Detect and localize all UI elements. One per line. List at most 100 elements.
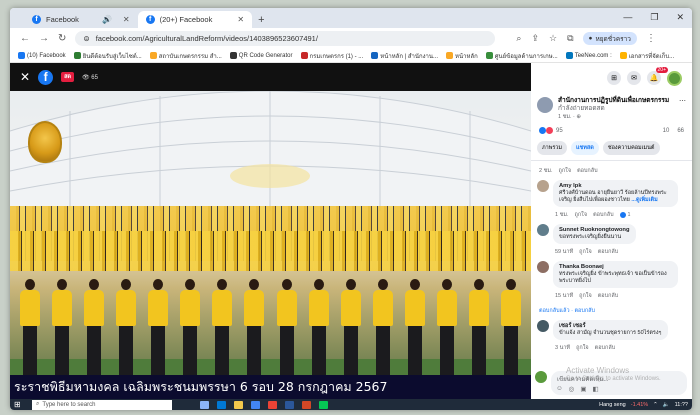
bookmark-item[interactable]: กรมเกษตรกร (1) - ...	[300, 51, 363, 61]
commenter-name[interactable]: เซอร์ เซอร์	[559, 323, 662, 330]
like-count: 1	[619, 211, 630, 219]
comment-input[interactable]: เขียนความคิดเห็น... ☺ ◎ ▣ ◧	[551, 371, 687, 395]
gif-icon[interactable]: ▣	[580, 385, 586, 393]
url-text: facebook.com/AgriculturalLandReform/vide…	[95, 34, 318, 43]
comment-bubble: Sunnet Ruoknongtowong ขอทรงพระเจริญยิ่งย…	[553, 224, 636, 244]
avatar[interactable]	[537, 261, 549, 273]
close-tab-icon[interactable]: ✕	[123, 15, 130, 24]
video-frame	[10, 91, 531, 399]
tab-overview[interactable]: ภาพรวม	[537, 141, 568, 155]
bookmark-item[interactable]: (10) Facebook	[18, 51, 66, 59]
zoom-icon[interactable]: ⌕	[516, 33, 521, 44]
network-icon[interactable]: ⌃	[653, 402, 658, 408]
like-link[interactable]: ถูกใจ	[558, 167, 571, 175]
like-link[interactable]: ถูกใจ	[574, 211, 587, 219]
reply-note[interactable]: ตอบกลับแล้ว · ตอบกลับ	[537, 305, 686, 320]
extensions-icon[interactable]: ⧉	[567, 33, 573, 44]
file-explorer-icon[interactable]	[234, 400, 243, 409]
stock-name[interactable]: Hang seng	[599, 402, 626, 408]
panel-tabs: ภาพรวม แชทสด ช่องความคอมเมนต์	[531, 136, 692, 161]
word-icon[interactable]	[285, 400, 294, 409]
emoji-icon[interactable]: ☺	[556, 385, 563, 393]
taskbar-apps	[200, 400, 328, 409]
edge-icon[interactable]	[217, 400, 226, 409]
close-tab-icon[interactable]: ✕	[237, 15, 244, 24]
reload-icon[interactable]: ↻	[58, 33, 66, 44]
maximize-icon[interactable]: ❐	[650, 12, 658, 23]
reaction-count[interactable]: 95	[556, 128, 563, 134]
url-input[interactable]: ⊜ facebook.com/AgriculturalLandReform/vi…	[75, 31, 496, 46]
bookmark-item[interactable]: TeeNee.com :	[565, 51, 612, 59]
line-icon[interactable]	[319, 400, 328, 409]
close-icon[interactable]: ✕	[20, 70, 30, 84]
powerpoint-icon[interactable]	[302, 400, 311, 409]
volume-icon[interactable]: 🔈	[663, 402, 670, 408]
back-icon[interactable]: ←	[20, 33, 30, 44]
facebook-logo-icon[interactable]: f	[38, 69, 54, 85]
comment-bubble: Thanka Boonaej ทรงพระเจริญยิ่ง ข้าพระพุท…	[553, 261, 678, 288]
star-icon[interactable]: ☆	[549, 33, 557, 44]
bookmark-item[interactable]: ยินดีต้อนรับสู่เว็บไซต์...	[73, 51, 142, 61]
avatar	[535, 371, 547, 383]
bookmark-item[interactable]: หน้าหลัก | สำนักงาน...	[371, 51, 438, 61]
bookmark-item[interactable]: เอกสารที่จัดเก็บ...	[619, 51, 674, 61]
list-item: Amy Ipk ศรีวงศ์บ้านดอน อายุยืนยาวี ร้อยล…	[537, 180, 686, 207]
video-player[interactable]: ✕ f สด 👁 65 ระราชพิธีมหามงคล เฉลิมพระชนม…	[10, 63, 531, 399]
avatar[interactable]	[537, 224, 549, 236]
clock[interactable]: 11:??	[675, 402, 688, 408]
apps-grid-icon[interactable]: ⊞	[607, 71, 621, 85]
windows-start-icon[interactable]: ⊞	[10, 400, 24, 409]
notifications-icon[interactable]: 🔔 20+	[647, 67, 668, 85]
tab-live-chat[interactable]: แชทสด	[571, 141, 599, 155]
tab-label: Facebook	[46, 15, 79, 24]
like-link[interactable]: ถูกใจ	[576, 344, 589, 352]
share-count[interactable]: 66	[677, 128, 684, 134]
messenger-icon[interactable]: ✉	[627, 71, 641, 85]
task-view-icon[interactable]	[200, 400, 209, 409]
composer-icons: ☺ ◎ ▣ ◧	[556, 385, 599, 393]
page-avatar[interactable]	[537, 97, 553, 113]
like-link[interactable]: ถูกใจ	[579, 248, 592, 256]
tab-facebook-active[interactable]: f (20+) Facebook ✕	[137, 11, 253, 28]
reply-link[interactable]: ตอบกลับ	[577, 167, 598, 175]
share-icon[interactable]: ⇪	[531, 33, 539, 44]
bookmark-item[interactable]: สถาบันเกษตรกรรม สำ...	[149, 51, 222, 61]
commenter-name[interactable]: Thanka Boonaej	[559, 264, 672, 271]
facebook-icon: f	[32, 15, 41, 24]
reply-link[interactable]: ตอบกลับ	[593, 211, 614, 219]
camera-icon[interactable]: ◎	[569, 385, 575, 393]
comment-count[interactable]: 10	[663, 128, 670, 134]
bookmark-item[interactable]: ศูนย์ข้อมูลด้านการเกษ...	[485, 51, 558, 61]
profile-button[interactable]: ● หยุดชั่วคราว	[582, 32, 637, 45]
commenter-name[interactable]: Sunnet Ruoknongtowong	[559, 227, 630, 234]
commenter-name[interactable]: Amy Ipk	[559, 183, 672, 190]
store-icon[interactable]	[251, 400, 260, 409]
new-tab-button[interactable]: +	[252, 14, 270, 28]
like-link[interactable]: ถูกใจ	[579, 292, 592, 300]
avatar[interactable]	[537, 320, 549, 332]
tab-facebook[interactable]: f Facebook 🔊 ✕	[24, 11, 138, 28]
site-info-icon[interactable]: ⊜	[83, 34, 89, 43]
video-top-bar: ✕ f สด 👁 65	[10, 63, 531, 91]
bookmark-item[interactable]: หน้าหลัก	[446, 51, 478, 61]
reply-link[interactable]: ตอบกลับ	[595, 344, 616, 352]
close-window-icon[interactable]: ✕	[676, 12, 684, 23]
avatar[interactable]	[667, 70, 682, 86]
minimize-icon[interactable]: —	[623, 12, 632, 23]
avatar[interactable]	[537, 180, 549, 192]
list-item: Thanka Boonaej ทรงพระเจริญยิ่ง ข้าพระพุท…	[537, 261, 686, 288]
reply-link[interactable]: ตอบกลับ	[598, 248, 619, 256]
chrome-icon[interactable]	[268, 400, 277, 409]
see-more-link[interactable]: ...ดูเพิ่มเติม	[631, 197, 657, 203]
reply-link[interactable]: ตอบกลับ	[598, 292, 619, 300]
taskbar-search-input[interactable]: ⌕ Type here to search	[32, 399, 172, 410]
tab-comments[interactable]: ช่องความคอมเมนต์	[602, 141, 660, 155]
page-name[interactable]: สำนักงานการปฏิรูปที่ดินเพื่อเกษตรกรรม กำ…	[558, 97, 674, 113]
speaker-icon[interactable]: 🔊	[102, 15, 112, 24]
tent-roof	[10, 91, 531, 211]
bookmark-item[interactable]: QR Code Generator	[229, 51, 293, 59]
more-options-icon[interactable]: ⋯	[679, 97, 686, 121]
sticker-icon[interactable]: ◧	[592, 385, 598, 393]
menu-icon[interactable]: ⋮	[646, 33, 656, 44]
forward-icon[interactable]: →	[39, 33, 49, 44]
